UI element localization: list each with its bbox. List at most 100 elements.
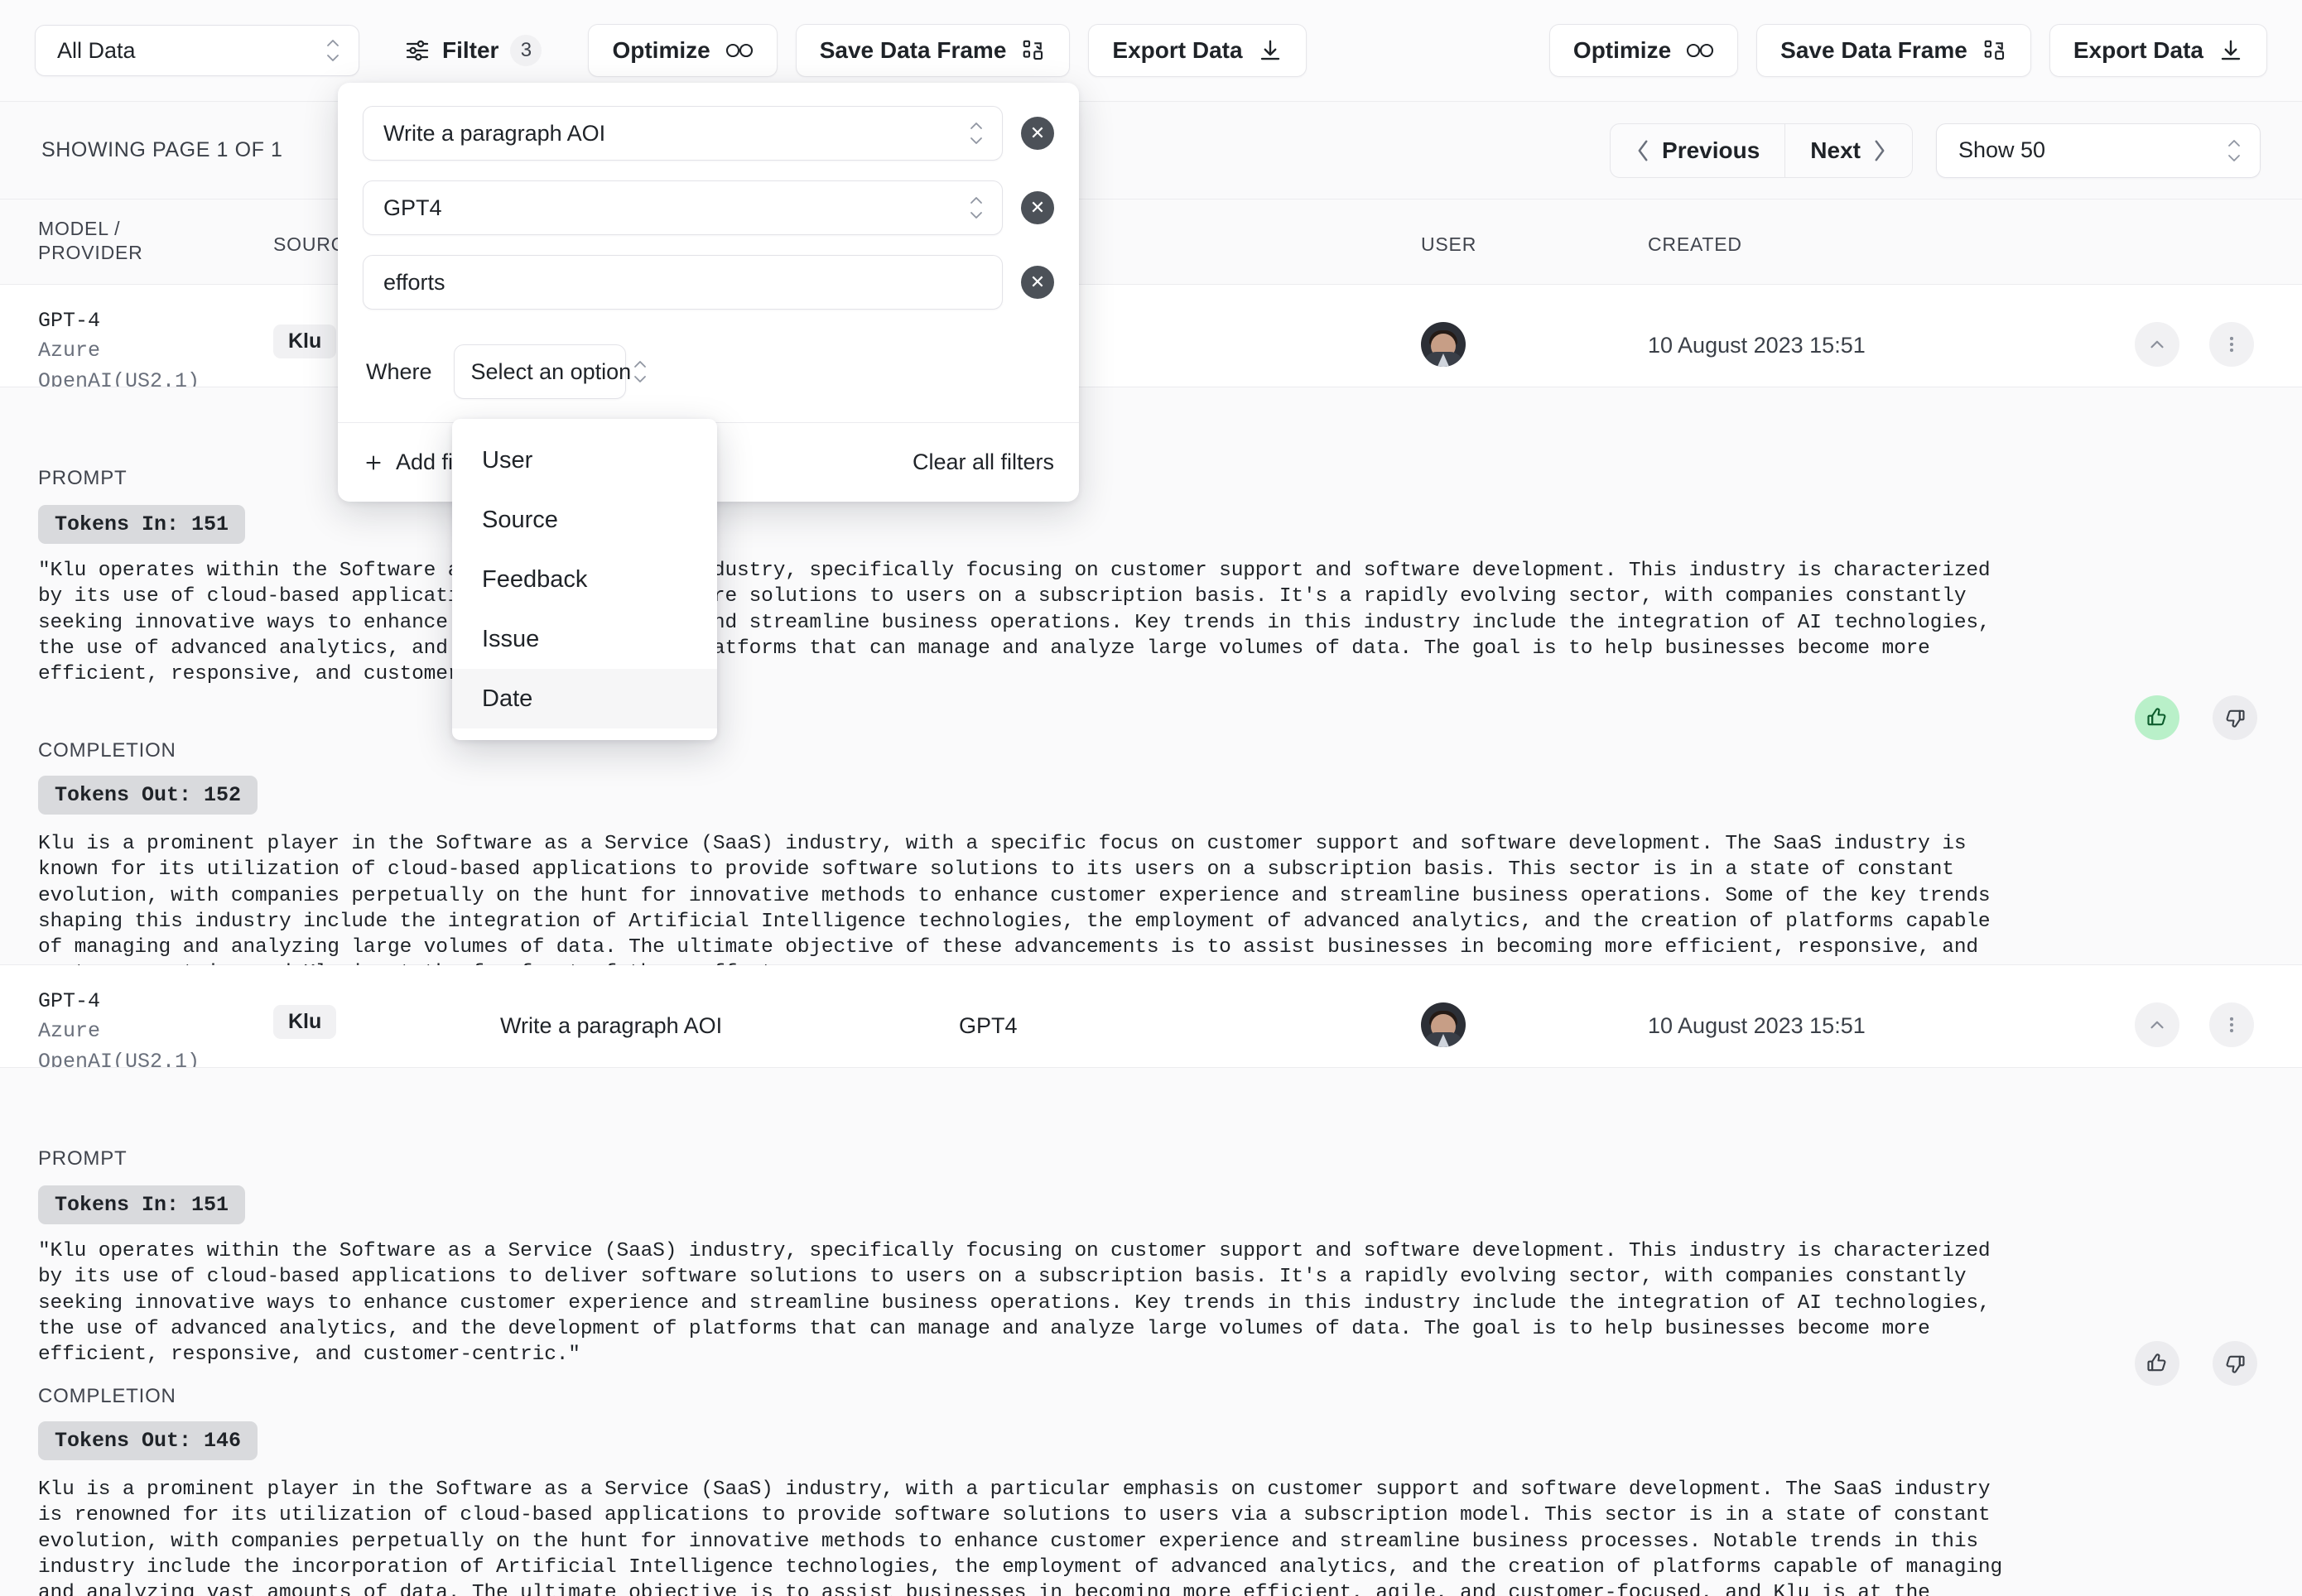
previous-button[interactable]: Previous	[1611, 124, 1784, 177]
thumbs-down-button[interactable]	[2213, 1341, 2258, 1386]
save-data-frame-label: Save Data Frame	[819, 37, 1007, 63]
row2-completion-text: Klu is a prominent player in the Softwar…	[38, 1478, 2003, 1596]
row2-tokens-out-chip: Tokens Out: 146	[38, 1421, 258, 1460]
row2-model-col-cell: GPT4	[959, 1013, 1018, 1038]
infinity-icon	[1686, 42, 1714, 59]
row2-prompt-text: "Klu operates within the Software as a S…	[38, 1240, 1991, 1367]
filter-value-2: efforts	[383, 269, 445, 295]
data-frame-icon	[1982, 38, 2007, 63]
row1-tokens-out-chip: Tokens Out: 152	[38, 776, 258, 815]
row2-completion-label: COMPLETION	[38, 1385, 176, 1407]
data-scope-select[interactable]: All Data	[35, 25, 359, 76]
filter-count-badge: 3	[510, 35, 542, 66]
download-icon	[1258, 38, 1283, 63]
row1-source-chip: Klu	[273, 324, 337, 358]
thumbs-up-button[interactable]	[2135, 1341, 2179, 1386]
row2-model-name: GPT-4	[38, 989, 101, 1013]
clear-all-filters-button[interactable]: Clear all filters	[913, 449, 1054, 475]
chevron-right-icon	[1872, 139, 1887, 162]
row2-source-chip: Klu	[273, 1005, 337, 1039]
filter-value-select-0[interactable]: Write a paragraph AOI	[363, 106, 1003, 161]
row2-prompt-label: PROMPT	[38, 1147, 128, 1170]
data-scope-value: All Data	[57, 37, 136, 63]
filter-text-input-2[interactable]: efforts	[363, 255, 1003, 310]
option-source[interactable]: Source	[452, 490, 717, 550]
page-size-value: Show 50	[1958, 137, 2046, 162]
next-button[interactable]: Next	[1785, 124, 1912, 177]
row2-action-cell: Write a paragraph AOI	[500, 1013, 723, 1038]
collapse-row-button[interactable]	[2135, 322, 2179, 367]
option-feedback[interactable]: Feedback	[452, 550, 717, 609]
row1-provider-line1: Azure	[38, 339, 101, 363]
row-more-options-button[interactable]	[2209, 1002, 2254, 1047]
column-header-created: CREATED	[1648, 233, 1742, 255]
export-data-button[interactable]: Export Data	[1088, 24, 1307, 77]
remove-filter-button-0[interactable]: ✕	[1021, 117, 1054, 150]
pagination-controls: Previous Next Show 50	[1610, 123, 2261, 178]
row1-created-date: 10 August 2023 15:51	[1648, 333, 1866, 358]
row1-prompt-text: "Klu operates within the Software as a S…	[38, 560, 1991, 686]
thumbs-up-button[interactable]	[2135, 695, 2179, 740]
where-field-options-list: User Source Feedback Issue Date	[452, 419, 717, 740]
row2-more-button-wrap	[2209, 1002, 2254, 1047]
filter-button[interactable]: Filter 3	[383, 25, 563, 76]
filter-button-label: Filter	[442, 37, 499, 63]
toolbar-right-group: Optimize Save Data Frame Export Data	[1548, 24, 2267, 77]
model-provider-cell: GPT-4 Azure OpenAI(US2.1)	[38, 987, 200, 1077]
toolbar-left-actions: Optimize Save Data Frame Export Data	[588, 24, 1307, 77]
thumbs-down-button[interactable]	[2213, 695, 2258, 740]
chevron-updown-icon	[631, 358, 649, 386]
chevron-updown-icon	[2225, 137, 2243, 165]
where-field-value: Select an option	[470, 358, 632, 384]
optimize-button[interactable]: Optimize	[588, 24, 778, 77]
save-data-frame-button[interactable]: Save Data Frame	[795, 24, 1071, 77]
where-field-select[interactable]: Select an option	[453, 344, 647, 399]
export-data-button-right[interactable]: Export Data	[2049, 24, 2267, 77]
filter-row-0: Write a paragraph AOI ✕	[363, 106, 1054, 161]
table-row[interactable]: GPT-4 Azure OpenAI(US2.1) Klu Write a pa…	[0, 965, 2302, 1074]
option-issue[interactable]: Issue	[452, 609, 717, 669]
row1-completion-text: Klu is a prominent player in the Softwar…	[38, 833, 1991, 984]
close-icon: ✕	[1029, 272, 1046, 292]
toolbar-left-group: All Data Filter 3 Optimize Save Data Fra…	[35, 24, 1307, 77]
remove-filter-button-1[interactable]: ✕	[1021, 191, 1054, 224]
where-row: Where Select an option	[363, 344, 1054, 399]
page-size-select[interactable]: Show 50	[1936, 123, 2261, 178]
save-data-frame-button-right[interactable]: Save Data Frame	[1756, 24, 2031, 77]
row-more-options-button[interactable]	[2209, 322, 2254, 367]
row2-collapse-button-wrap	[2135, 1002, 2179, 1047]
row1-tokens-in-chip: Tokens In: 151	[38, 505, 246, 544]
option-date[interactable]: Date	[452, 669, 717, 728]
filter-value-select-1[interactable]: GPT4	[363, 180, 1003, 235]
next-button-label: Next	[1810, 137, 1861, 163]
row1-completion-label: COMPLETION	[38, 739, 176, 762]
row1-collapse-button-wrap	[2135, 322, 2179, 367]
close-icon: ✕	[1029, 197, 1046, 218]
data-frame-icon	[1021, 38, 1046, 63]
data-table-app: All Data Filter 3 Optimize Save Data Fra…	[0, 0, 2302, 1596]
row1-more-button-wrap	[2209, 322, 2254, 367]
row1-prompt-label: PROMPT	[38, 467, 128, 489]
row2-tokens-in-chip: Tokens In: 151	[38, 1185, 246, 1224]
filter-row-1: GPT4 ✕	[363, 180, 1054, 235]
download-icon	[2218, 38, 2243, 63]
row1-tokens-in-wrap: Tokens In: 151	[38, 505, 246, 544]
optimize-button-right[interactable]: Optimize	[1548, 24, 1739, 77]
remove-filter-button-2[interactable]: ✕	[1021, 266, 1054, 299]
collapse-row-button[interactable]	[2135, 1002, 2179, 1047]
source-cell: Klu	[273, 1005, 337, 1039]
export-data-right-label: Export Data	[2073, 37, 2203, 63]
source-cell: Klu	[273, 324, 337, 358]
chevron-left-icon	[1635, 139, 1650, 162]
option-user[interactable]: User	[452, 430, 717, 490]
row1-model-name: GPT-4	[38, 309, 101, 333]
row2-tokens-in-wrap: Tokens In: 151	[38, 1185, 246, 1224]
column-header-user: USER	[1421, 233, 1477, 255]
filter-row-2: efforts ✕	[363, 255, 1054, 310]
showing-page-text: SHOWING PAGE 1 OF 1	[41, 138, 283, 161]
chevron-updown-icon	[324, 36, 342, 65]
row2-feedback-group	[2135, 1341, 2258, 1386]
row1-feedback-group	[2135, 695, 2258, 740]
plus-icon	[363, 452, 384, 474]
chevron-updown-icon	[967, 194, 985, 222]
